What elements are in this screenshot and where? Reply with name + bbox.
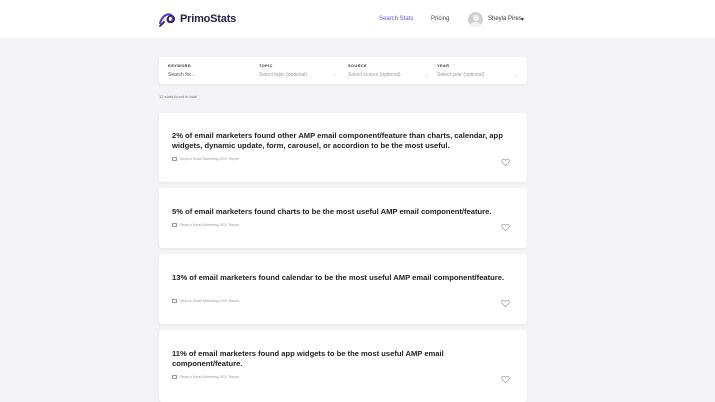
chevron-down-icon[interactable]: ⌄: [515, 72, 518, 77]
document-icon: [172, 157, 177, 161]
heart-icon[interactable]: [501, 158, 510, 167]
heart-icon[interactable]: [501, 223, 510, 232]
chevron-down-icon[interactable]: ▼: [520, 17, 525, 23]
stat-source[interactable]: Stripo's Email Marketing 2021 Report: [172, 223, 239, 227]
document-icon: [172, 299, 177, 303]
source-text[interactable]: Stripo's Email Marketing 2021 Report: [180, 375, 239, 379]
chevron-down-icon[interactable]: ⌄: [333, 72, 336, 77]
source-text[interactable]: Stripo's Email Marketing 2021 Report: [180, 299, 239, 303]
keyword-search-input[interactable]: Search for...: [168, 72, 195, 78]
year-filter-label: YEAR: [437, 63, 450, 68]
filter-bar: KEYWORD Search for... TOPIC Select topic…: [159, 57, 527, 84]
nav-search-stats[interactable]: Search Stats: [379, 16, 413, 22]
stat-card[interactable]: 2% of email marketers found other AMP em…: [159, 113, 527, 182]
year-select[interactable]: Select year (optional): [437, 72, 484, 78]
keyword-filter-label: KEYWORD: [168, 63, 191, 68]
stat-card[interactable]: 13% of email marketers found calendar to…: [159, 254, 527, 324]
source-text[interactable]: Stripo's Email Marketing 2021 Report: [180, 157, 239, 161]
document-icon: [172, 375, 177, 379]
stat-source[interactable]: Stripo's Email Marketing 2021 Report: [172, 157, 239, 161]
topic-select[interactable]: Select topic (optional): [259, 72, 307, 78]
stat-title[interactable]: 2% of email marketers found other AMP em…: [172, 131, 514, 151]
nav-pricing[interactable]: Pricing: [431, 16, 449, 22]
stat-source[interactable]: Stripo's Email Marketing 2021 Report: [172, 375, 239, 379]
source-filter[interactable]: SOURCE Select source (optional) ⌄: [343, 57, 435, 84]
stat-card[interactable]: 5% of email marketers found charts to be…: [159, 188, 527, 248]
document-icon: [172, 223, 177, 227]
avatar[interactable]: [468, 12, 483, 27]
stat-title[interactable]: 11% of email marketers found app widgets…: [172, 349, 514, 369]
year-filter[interactable]: YEAR Select year (optional) ⌄: [435, 57, 527, 84]
topic-filter-label: TOPIC: [259, 63, 273, 68]
heart-icon[interactable]: [501, 299, 510, 308]
topic-filter[interactable]: TOPIC Select topic (optional) ⌄: [251, 57, 343, 84]
user-menu-name[interactable]: Sheyla Pires: [488, 16, 522, 22]
chevron-down-icon[interactable]: ⌄: [425, 72, 428, 77]
logo[interactable]: PrimoStats: [158, 10, 236, 28]
source-filter-label: SOURCE: [348, 63, 367, 68]
top-navbar: PrimoStats Search Stats Pricing Sheyla P…: [0, 0, 715, 38]
source-text[interactable]: Stripo's Email Marketing 2021 Report: [180, 223, 239, 227]
stat-card[interactable]: 11% of email marketers found app widgets…: [159, 330, 527, 402]
stat-source[interactable]: Stripo's Email Marketing 2021 Report: [172, 299, 239, 303]
stat-title[interactable]: 5% of email marketers found charts to be…: [172, 207, 514, 217]
logo-text: PrimoStats: [180, 13, 237, 25]
heart-icon[interactable]: [501, 375, 510, 384]
keyword-filter[interactable]: KEYWORD Search for...: [159, 57, 251, 84]
result-count: 12 stats found in total: [159, 94, 198, 99]
logo-icon: [158, 13, 176, 27]
source-select[interactable]: Select source (optional): [348, 72, 401, 78]
stat-title[interactable]: 13% of email marketers found calendar to…: [172, 273, 514, 283]
